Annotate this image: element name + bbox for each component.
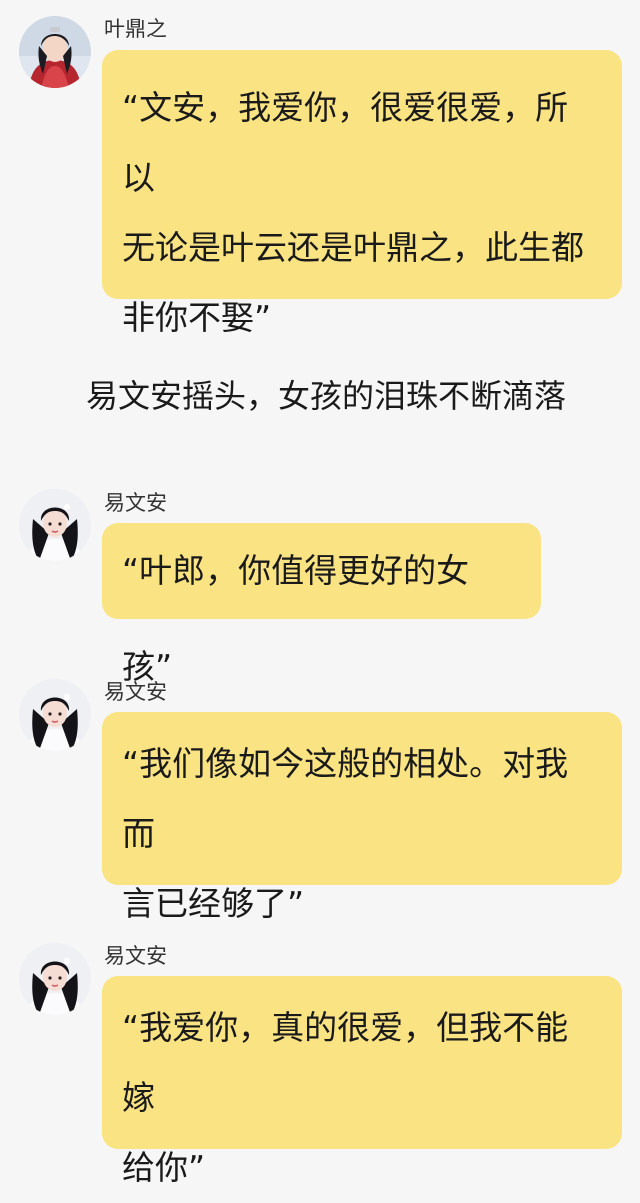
female-character-avatar-icon[interactable] (19, 943, 91, 1015)
message-line: “我们像如今这般的相处。对我而 (122, 744, 569, 853)
message-line: 言已经够了” (122, 884, 305, 923)
message-line: 非你不娶” (122, 298, 272, 337)
message-line: 无论是叶云还是叶鼎之，此生都 (122, 228, 584, 267)
male-character-avatar-icon[interactable] (19, 16, 91, 88)
sender-name: 易文安 (104, 491, 167, 515)
message-line: “叶郎，你值得更好的女孩” (122, 551, 470, 686)
message-line: “文安，我爱你，很爱很爱，所以 (122, 88, 569, 197)
sender-name: 易文安 (104, 944, 167, 968)
message-line: 给你” (122, 1148, 206, 1187)
message-line: “我爱你，真的很爱，但我不能嫁 (122, 1008, 569, 1117)
sender-name: 叶鼎之 (104, 17, 167, 41)
message-bubble[interactable]: “我们像如今这般的相处。对我而 言已经够了” (102, 712, 622, 923)
message-bubble[interactable]: “我爱你，真的很爱，但我不能嫁 给你” (102, 976, 622, 1187)
message-bubble[interactable]: “文安，我爱你，很爱很爱，所以 无论是叶云还是叶鼎之，此生都 非你不娶” (102, 50, 622, 337)
narration-text: 易文安摇头，女孩的泪珠不断滴落 (85, 377, 566, 415)
message-bubble[interactable]: “叶郎，你值得更好的女孩” (102, 523, 541, 686)
sender-name: 易文安 (104, 680, 167, 704)
female-character-avatar-icon[interactable] (19, 679, 91, 751)
female-character-avatar-icon[interactable] (19, 489, 91, 561)
